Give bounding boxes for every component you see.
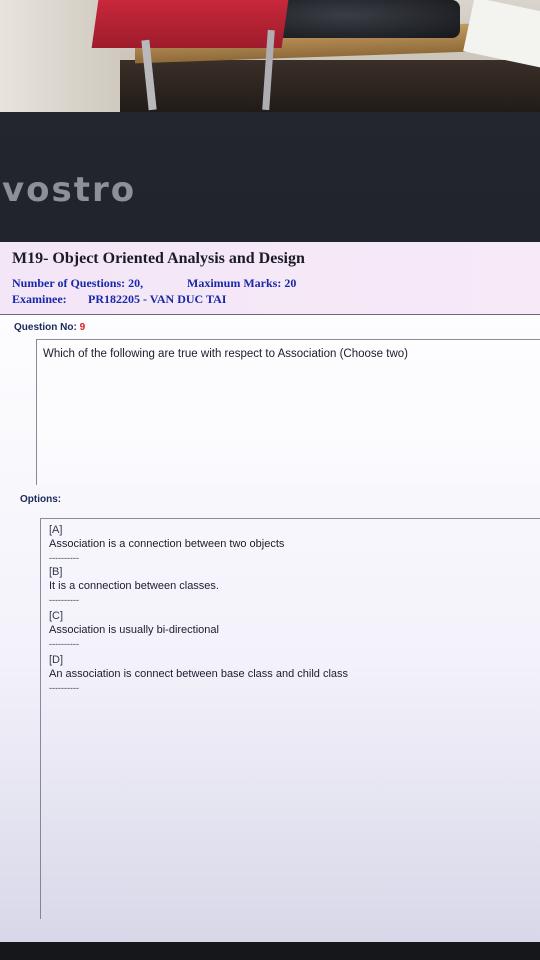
question-text: Which of the following are true with res… [43,348,408,360]
option-c[interactable]: [C] Association is usually bi-directiona… [49,609,219,651]
option-separator: ---------- [49,553,79,563]
question-label-row: Question No: 9 [14,322,85,333]
question-label: Question No: [14,322,77,333]
laptop-brand-logo: vostro [2,170,137,210]
option-key: [B] [49,566,63,578]
number-of-questions: Number of Questions: 20, [12,276,144,290]
paper-sheet [463,0,540,68]
room-background [0,0,540,120]
bag [270,0,460,38]
option-key: [C] [49,610,64,622]
red-chair [91,0,289,48]
option-text: An association is connect between base c… [49,668,349,680]
header-divider [0,314,540,315]
option-separator: ---------- [49,595,79,605]
maximum-marks: Maximum Marks: 20 [187,276,297,290]
option-text: Association is a connection between two … [49,538,285,550]
question-number: 9 [79,322,86,333]
option-text: It is a connection between classes. [49,580,219,592]
exam-header: M19- Object Oriented Analysis and Design… [0,242,540,314]
option-d[interactable]: [D] An association is connect between ba… [49,653,348,695]
question-box: Which of the following are true with res… [36,339,540,485]
options-box: [A] Association is a connection between … [40,518,540,919]
option-separator: ---------- [49,683,79,693]
option-key: [D] [49,654,64,666]
option-text: Association is usually bi-directional [49,624,219,636]
exam-screen: M19- Object Oriented Analysis and Design… [0,242,540,942]
exam-title: M19- Object Oriented Analysis and Design [12,250,305,267]
option-separator: ---------- [49,639,79,649]
option-b[interactable]: [B] It is a connection between classes. … [49,565,219,607]
examinee-label: Examinee: [12,292,67,306]
floor [120,60,540,120]
option-key: [A] [49,524,63,536]
examinee-value: PR182205 - VAN DUC TAI [88,292,227,306]
option-a[interactable]: [A] Association is a connection between … [49,523,284,565]
options-label: Options: [20,494,62,505]
